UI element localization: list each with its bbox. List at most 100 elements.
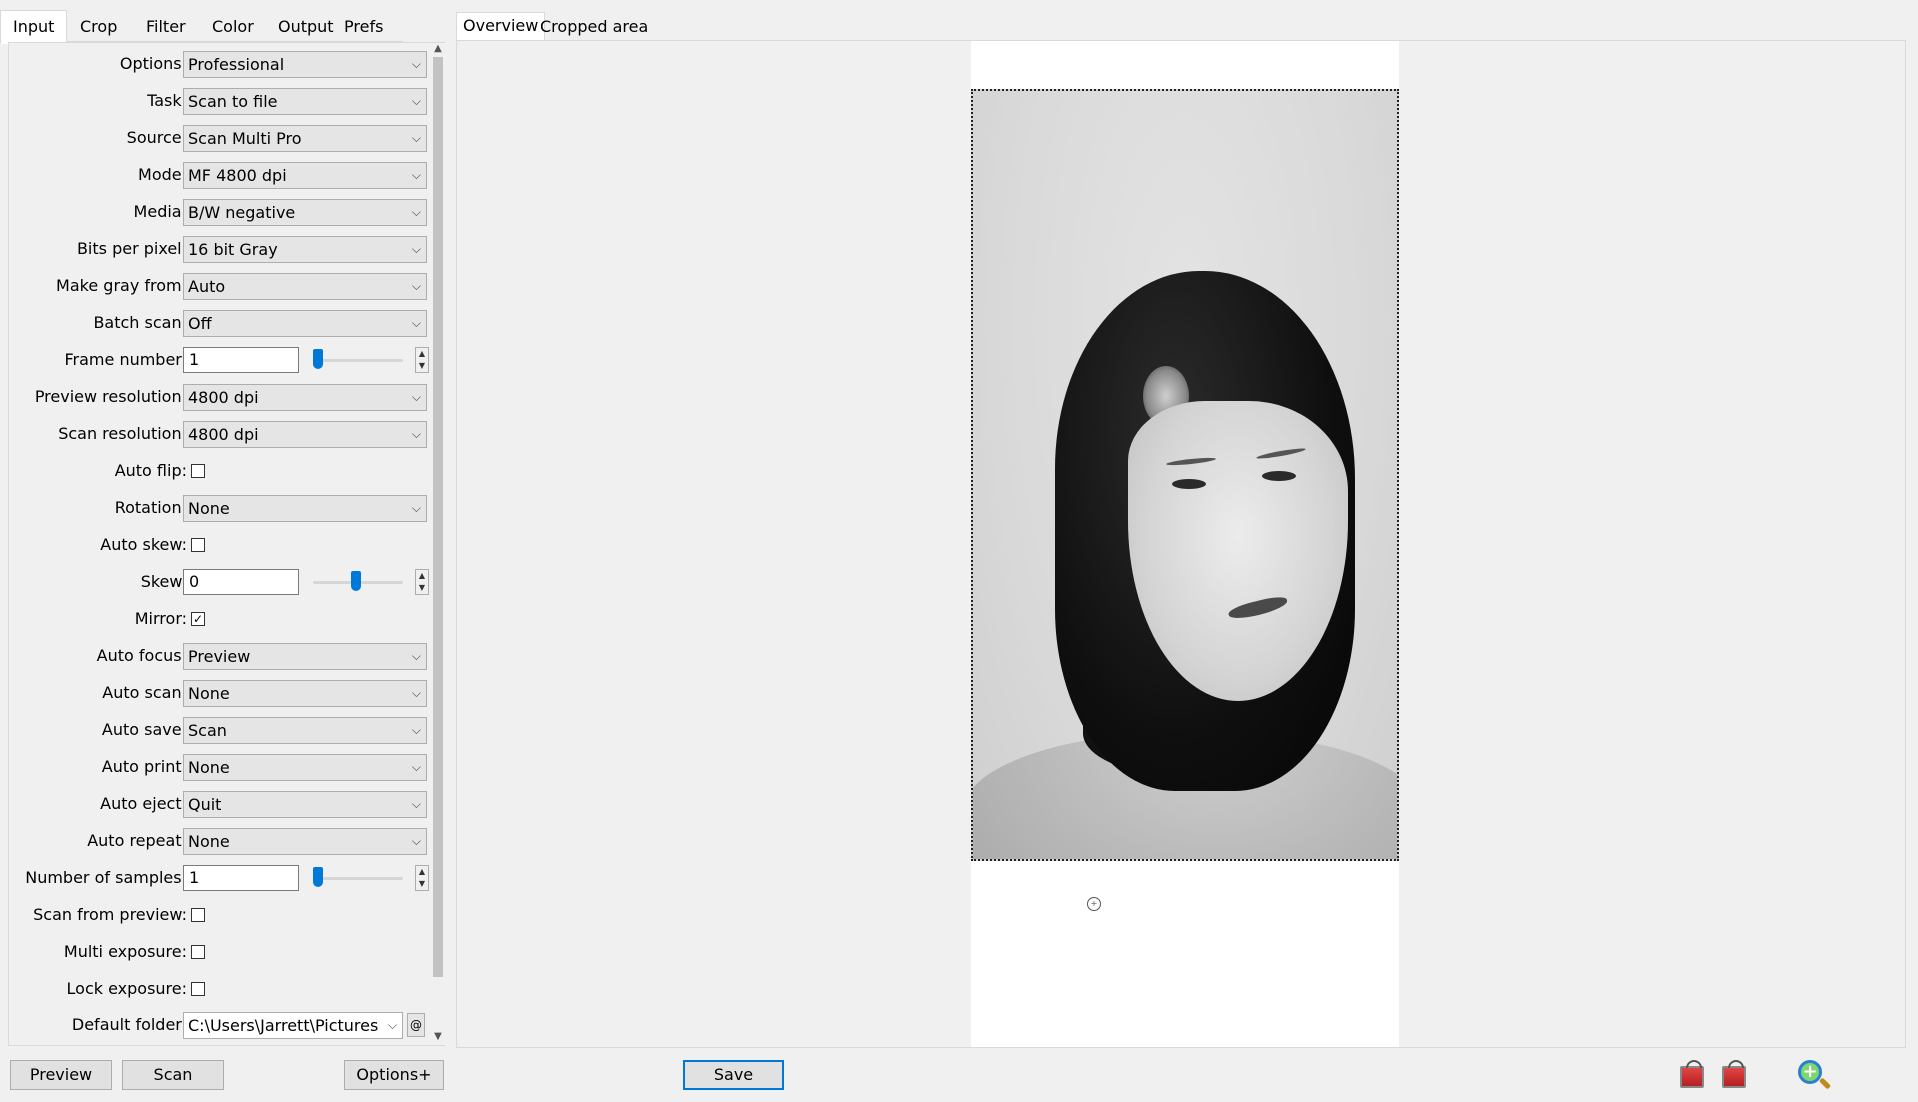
browse-folder-button[interactable]: @ [407, 1013, 425, 1037]
samples-spinner[interactable]: ▲ ▼ [415, 865, 429, 891]
tab-output[interactable]: Output [276, 14, 336, 42]
tab-prefs[interactable]: Prefs [342, 14, 385, 42]
previewres-value: 4800 dpi [188, 388, 259, 407]
tab-color[interactable]: Color [210, 14, 256, 42]
chevron-down-icon: ⌵ [411, 168, 421, 182]
rotate-right-icon[interactable] [1722, 1060, 1746, 1088]
spin-up-icon[interactable]: ▲ [416, 348, 428, 360]
media-value: B/W negative [188, 203, 296, 222]
autorepeat-row: Auto repeat: None ⌵ [9, 826, 429, 856]
rotate-left-icon[interactable] [1680, 1060, 1704, 1088]
previewres-label: Preview resolution: [34, 387, 187, 406]
rotation-dropdown[interactable]: None ⌵ [183, 495, 427, 522]
options-dropdown[interactable]: Professional ⌵ [183, 51, 427, 78]
makegray-value: Auto [188, 277, 226, 296]
mirror-row: Mirror: ✓ [9, 604, 429, 634]
tab-cropped-area[interactable]: Cropped area [534, 14, 654, 42]
autorepeat-value: None [188, 832, 230, 851]
mode-dropdown[interactable]: MF 4800 dpi ⌵ [183, 162, 427, 189]
photo-eye-right [1262, 471, 1296, 481]
samples-input[interactable]: 1 [183, 865, 299, 891]
skew-label: Skew: [140, 572, 187, 591]
defaultfolder-dropdown[interactable]: C:\Users\Jarrett\Pictures ⌵ [183, 1012, 403, 1039]
autoprint-label: Auto print: [101, 757, 187, 776]
spin-up-icon[interactable]: ▲ [416, 570, 428, 582]
autoflip-label: Auto flip: [114, 461, 187, 480]
autosave-dropdown[interactable]: Scan ⌵ [183, 717, 427, 744]
preview-area[interactable]: + [456, 40, 1906, 1048]
frame-slider-thumb[interactable] [313, 349, 323, 369]
spin-down-icon[interactable]: ▼ [416, 878, 428, 890]
scanfrompreview-row: Scan from preview: [9, 900, 429, 930]
bits-dropdown[interactable]: 16 bit Gray ⌵ [183, 236, 427, 263]
save-button[interactable]: Save [683, 1060, 784, 1090]
zoom-in-icon[interactable]: + [1798, 1060, 1822, 1084]
scroll-down-icon[interactable]: ▼ [431, 1029, 445, 1045]
frame-slider-track[interactable] [313, 359, 403, 362]
autofocus-dropdown[interactable]: Preview ⌵ [183, 643, 427, 670]
spin-down-icon[interactable]: ▼ [416, 582, 428, 594]
skew-input[interactable]: 0 [183, 569, 299, 595]
scanfrompreview-checkbox[interactable] [191, 908, 205, 922]
autoskew-row: Auto skew: [9, 530, 429, 560]
task-dropdown[interactable]: Scan to file ⌵ [183, 88, 427, 115]
autoeject-row: Auto eject: Quit ⌵ [9, 789, 429, 819]
samples-slider-thumb[interactable] [313, 867, 323, 887]
bits-row: Bits per pixel: 16 bit Gray ⌵ [9, 234, 429, 264]
autoscan-dropdown[interactable]: None ⌵ [183, 680, 427, 707]
autofocus-label: Auto focus: [96, 646, 187, 665]
mode-label: Mode: [138, 165, 187, 184]
frame-number-input[interactable]: 1 [183, 347, 299, 373]
mirror-label: Mirror: [134, 609, 187, 628]
checkmark-icon: ✓ [192, 612, 204, 626]
autoscan-value: None [188, 684, 230, 703]
scrollbar-thumb[interactable] [433, 57, 443, 977]
preview-image[interactable] [971, 89, 1399, 861]
skew-spinner[interactable]: ▲ ▼ [415, 569, 429, 595]
options-plus-button[interactable]: Options+ [344, 1060, 444, 1090]
tab-filter[interactable]: Filter [144, 14, 188, 42]
mode-row: Mode: MF 4800 dpi ⌵ [9, 160, 429, 190]
autoscan-row: Auto scan: None ⌵ [9, 678, 429, 708]
autoskew-checkbox[interactable] [191, 538, 205, 552]
makegray-dropdown[interactable]: Auto ⌵ [183, 273, 427, 300]
chevron-down-icon: ⌵ [411, 94, 421, 108]
multiexposure-checkbox[interactable] [191, 945, 205, 959]
skew-slider-thumb[interactable] [351, 571, 361, 591]
preview-button[interactable]: Preview [10, 1060, 112, 1090]
previewres-dropdown[interactable]: 4800 dpi ⌵ [183, 384, 427, 411]
chevron-down-icon: ⌵ [411, 131, 421, 145]
options-label: Options: [119, 54, 187, 73]
makegray-row: Make gray from: Auto ⌵ [9, 271, 429, 301]
tab-overview[interactable]: Overview [456, 12, 546, 42]
media-label: Media: [133, 202, 187, 221]
autoprint-dropdown[interactable]: None ⌵ [183, 754, 427, 781]
spin-down-icon[interactable]: ▼ [416, 360, 428, 372]
scan-button[interactable]: Scan [122, 1060, 224, 1090]
tab-crop[interactable]: Crop [78, 14, 119, 42]
batch-value: Off [188, 314, 212, 333]
chevron-down-icon: ⌵ [411, 686, 421, 700]
scanres-dropdown[interactable]: 4800 dpi ⌵ [183, 421, 427, 448]
settings-scrollbar[interactable]: ▲ ▼ [431, 43, 445, 1045]
autoflip-checkbox[interactable] [191, 464, 205, 478]
chevron-down-icon: ⌵ [411, 390, 421, 404]
spin-up-icon[interactable]: ▲ [416, 866, 428, 878]
defaultfolder-row: Default folder: C:\Users\Jarrett\Picture… [9, 1010, 429, 1040]
samples-row: Number of samples: 1 ▲ ▼ [9, 863, 429, 893]
batch-dropdown[interactable]: Off ⌵ [183, 310, 427, 337]
scanres-value: 4800 dpi [188, 425, 259, 444]
source-dropdown[interactable]: Scan Multi Pro ⌵ [183, 125, 427, 152]
chevron-down-icon: ⌵ [411, 501, 421, 515]
scanfrompreview-label: Scan from preview: [33, 905, 187, 924]
frame-spinner[interactable]: ▲ ▼ [415, 347, 429, 373]
tab-input[interactable]: Input [0, 10, 68, 44]
samples-slider-track[interactable] [313, 877, 403, 880]
autorepeat-dropdown[interactable]: None ⌵ [183, 828, 427, 855]
mirror-checkbox[interactable]: ✓ [191, 612, 205, 626]
lockexposure-checkbox[interactable] [191, 982, 205, 996]
autoeject-dropdown[interactable]: Quit ⌵ [183, 791, 427, 818]
media-dropdown[interactable]: B/W negative ⌵ [183, 199, 427, 226]
chevron-down-icon: ⌵ [411, 242, 421, 256]
scroll-up-icon[interactable]: ▲ [431, 41, 445, 57]
